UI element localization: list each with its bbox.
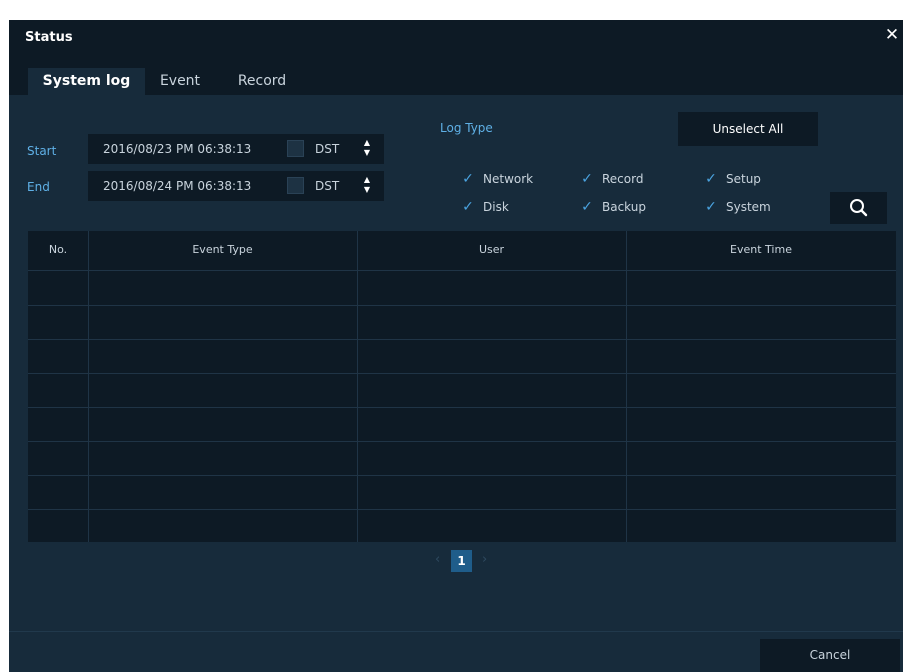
cancel-button[interactable]: Cancel (760, 639, 900, 672)
end-dst-label: DST (315, 179, 340, 193)
end-spinner-icon[interactable]: ▲ ▼ (360, 175, 374, 197)
column-divider (357, 231, 358, 542)
check-icon: ✓ (581, 199, 593, 215)
checkbox-setup-label: Setup (726, 172, 761, 186)
checkbox-setup[interactable]: ✓ Setup (702, 170, 761, 188)
start-datetime-field[interactable]: 2016/08/23 PM 06:38:13 DST ▲ ▼ (88, 134, 384, 164)
checkbox-system-label: System (726, 200, 771, 214)
check-icon: ✓ (705, 171, 717, 187)
status-dialog: Status ✕ System log Event Record Start 2… (9, 20, 903, 672)
table-row[interactable] (28, 441, 896, 442)
footer-divider (9, 631, 903, 632)
start-dst-checkbox[interactable] (287, 140, 304, 157)
end-dst-checkbox[interactable] (287, 177, 304, 194)
checkbox-network-label: Network (483, 172, 534, 186)
log-table: No. Event Type User Event Time (28, 231, 896, 542)
column-user: User (478, 243, 505, 256)
log-type-label: Log Type (440, 121, 493, 135)
column-event-time: Event Time (730, 243, 792, 256)
check-icon: ✓ (705, 199, 717, 215)
checkbox-system[interactable]: ✓ System (702, 198, 771, 216)
start-dst-label: DST (315, 142, 340, 156)
table-row[interactable] (28, 373, 896, 374)
end-datetime-value[interactable]: 2016/08/24 PM 06:38:13 (103, 179, 251, 193)
dialog-title: Status (25, 30, 73, 45)
dialog-header: Status ✕ System log Event Record (9, 20, 903, 95)
checkbox-record[interactable]: ✓ Record (578, 170, 643, 188)
table-row[interactable] (28, 509, 896, 510)
search-button[interactable] (830, 192, 887, 224)
start-datetime-value[interactable]: 2016/08/23 PM 06:38:13 (103, 142, 251, 156)
checkbox-backup-label: Backup (602, 200, 646, 214)
checkbox-record-label: Record (602, 172, 644, 186)
column-no: No. (48, 243, 68, 256)
table-row[interactable] (28, 475, 896, 476)
checkbox-network[interactable]: ✓ Network (459, 170, 533, 188)
column-divider (626, 231, 627, 542)
checkbox-disk-label: Disk (483, 200, 509, 214)
table-row[interactable] (28, 339, 896, 340)
check-icon: ✓ (462, 171, 474, 187)
check-icon: ✓ (581, 171, 593, 187)
end-datetime-field[interactable]: 2016/08/24 PM 06:38:13 DST ▲ ▼ (88, 171, 384, 201)
table-header: No. Event Type User Event Time (28, 231, 896, 271)
unselect-all-button[interactable]: Unselect All (678, 112, 818, 146)
column-divider (88, 231, 89, 542)
tab-event[interactable]: Event (152, 68, 208, 95)
table-row[interactable] (28, 407, 896, 408)
end-label: End (27, 180, 50, 194)
check-icon: ✓ (462, 199, 474, 215)
start-spinner-icon[interactable]: ▲ ▼ (360, 138, 374, 160)
start-label: Start (27, 144, 57, 158)
page-1-button[interactable]: 1 (451, 550, 472, 572)
table-row[interactable] (28, 305, 896, 306)
checkbox-backup[interactable]: ✓ Backup (578, 198, 646, 216)
search-icon (850, 199, 868, 217)
tab-record[interactable]: Record (227, 68, 297, 95)
checkbox-disk[interactable]: ✓ Disk (459, 198, 509, 216)
prev-page-icon[interactable]: ‹ (435, 552, 440, 567)
column-event-type: Event Type (192, 243, 253, 256)
tab-system-log[interactable]: System log (28, 68, 145, 95)
close-icon[interactable]: ✕ (881, 24, 903, 46)
next-page-icon[interactable]: › (482, 552, 487, 567)
